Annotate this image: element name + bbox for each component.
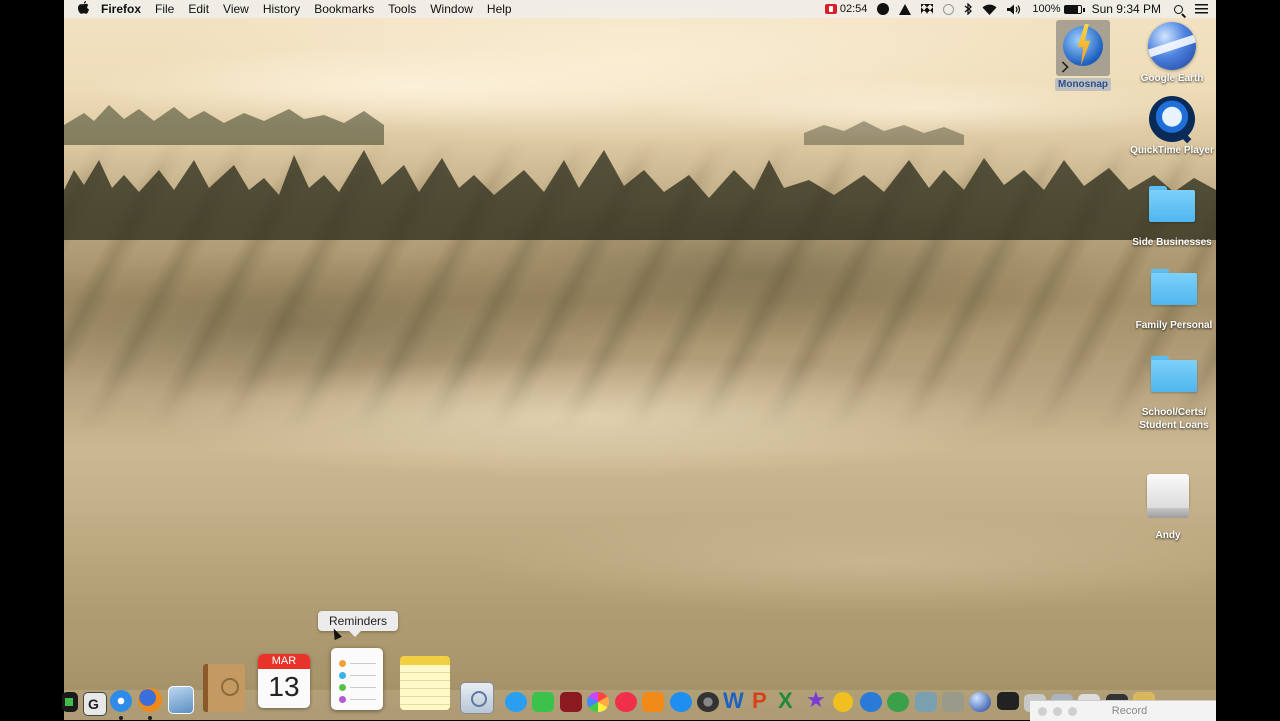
menu-tools[interactable]: Tools (381, 2, 423, 16)
dock-monitor-icon[interactable] (997, 692, 1019, 710)
dock-word-icon[interactable]: W (723, 690, 747, 712)
desktop-icon-label: Side Businesses (1132, 237, 1212, 248)
menu-app-firefox[interactable]: Firefox (94, 2, 148, 16)
dock-activity-monitor-icon[interactable] (62, 692, 78, 712)
dropbox-icon[interactable] (916, 4, 938, 14)
folder-icon (1151, 356, 1197, 392)
clock[interactable]: Sun 9:34 PM (1087, 2, 1166, 16)
desktop-icon-monosnap[interactable]: Monosnap (1035, 20, 1131, 91)
dock-itunes-icon[interactable] (615, 692, 637, 712)
dock-calendar-icon[interactable]: MAR 13 (258, 654, 310, 708)
dock-firefox-icon[interactable] (138, 688, 162, 712)
desktop-icon-google-earth[interactable]: Google Earth (1124, 22, 1220, 85)
menu-bar: Firefox File Edit View History Bookmarks… (64, 0, 1216, 18)
folder-icon (1151, 269, 1197, 305)
monosnap-icon (1056, 20, 1110, 76)
running-indicator (119, 716, 123, 720)
time-machine-icon[interactable] (938, 3, 959, 15)
dock-excel-icon[interactable]: X (778, 690, 800, 712)
desktop-icon-label: QuickTime Player (1130, 145, 1214, 156)
record-window-title: Record (1111, 705, 1148, 717)
record-window-titlebar[interactable]: Record (1030, 700, 1216, 721)
window-controls (1038, 706, 1083, 716)
zoom-button[interactable] (1068, 706, 1077, 716)
monosnap-bolt-icon[interactable] (872, 3, 894, 15)
battery-percent: 100% (1032, 3, 1061, 15)
desktop-icon-quicktime[interactable]: QuickTime Player (1124, 96, 1220, 157)
dock-reminders-icon[interactable] (331, 648, 383, 710)
desktop-icon-label: Family Personal (1135, 320, 1213, 331)
dock-notes-icon[interactable] (400, 656, 450, 710)
dock-image-capture-icon[interactable] (460, 682, 494, 714)
desktop-wallpaper (64, 0, 1216, 720)
desktop-icon-side-businesses[interactable]: Side Businesses (1124, 186, 1220, 249)
recording-indicator[interactable]: 02:54 (820, 3, 873, 15)
menu-history[interactable]: History (256, 2, 307, 16)
google-drive-icon[interactable] (894, 3, 916, 15)
dock-facetime-icon[interactable] (532, 692, 554, 712)
dock-app-store-icon[interactable] (670, 692, 692, 712)
status-area: 02:54 100% Sun 9:34 PM (820, 0, 1216, 18)
desktop-icon-andy-drive[interactable]: Andy (1120, 474, 1216, 542)
desktop-icon-school-certs[interactable]: School/Certs/ Student Loans (1126, 356, 1222, 432)
dock-messages-icon[interactable] (505, 692, 527, 712)
calendar-day: 13 (268, 671, 300, 702)
calendar-month: MAR (258, 654, 310, 669)
dock-system-preferences-icon[interactable] (697, 692, 719, 712)
bluetooth-icon[interactable] (959, 3, 977, 15)
wifi-icon[interactable] (977, 4, 1002, 15)
dock-contacts-icon[interactable] (203, 664, 245, 712)
volume-icon[interactable] (1002, 4, 1027, 15)
dock-preview-icon[interactable] (168, 686, 194, 714)
battery-status[interactable]: 100% (1027, 3, 1086, 15)
recording-time: 02:54 (839, 3, 868, 15)
menu-view[interactable]: View (216, 2, 256, 16)
desktop-icon-family-personal[interactable]: Family Personal (1126, 269, 1222, 332)
menu-bookmarks[interactable]: Bookmarks (307, 2, 381, 16)
dock-gimp-icon[interactable] (915, 692, 937, 712)
dock-photos-icon[interactable] (587, 692, 609, 712)
menu-help[interactable]: Help (480, 2, 519, 16)
menu-edit[interactable]: Edit (181, 2, 216, 16)
apple-icon[interactable] (76, 1, 90, 17)
record-icon (824, 4, 837, 14)
dock-ibooks-icon[interactable] (642, 692, 664, 712)
battery-icon (1063, 4, 1085, 14)
menu-window[interactable]: Window (423, 2, 480, 16)
dock-imovie-icon[interactable]: ★ (806, 690, 828, 712)
desktop-icon-label: School/Certs/ Student Loans (1139, 407, 1209, 431)
dock-google-earth-icon[interactable] (969, 692, 991, 712)
dock-photo-booth-icon[interactable] (560, 692, 582, 712)
minimize-button[interactable] (1053, 706, 1062, 716)
google-earth-icon (1148, 22, 1196, 70)
desktop-icon-label: Andy (1155, 530, 1181, 541)
menu-file[interactable]: File (148, 2, 181, 16)
quicktime-icon (1149, 96, 1195, 142)
dock-powerpoint-icon[interactable]: P (752, 690, 774, 712)
dock-lync-icon[interactable] (860, 692, 882, 712)
hard-drive-icon (1147, 474, 1189, 518)
folder-icon (1149, 186, 1195, 222)
dock-grab-icon[interactable]: G (83, 692, 107, 716)
spotlight-search-icon[interactable] (1166, 4, 1191, 14)
running-indicator (148, 716, 152, 720)
sun-rays (64, 0, 1216, 720)
dock-network-utility-icon[interactable] (887, 692, 909, 712)
desktop-icon-label: Google Earth (1140, 73, 1204, 84)
close-button[interactable] (1038, 706, 1047, 716)
notification-center-icon[interactable] (1191, 4, 1216, 14)
dock-outlook-icon[interactable] (833, 692, 853, 712)
dock-safari-icon[interactable] (110, 690, 132, 712)
desktop-icon-label: Monosnap (1055, 78, 1111, 91)
dock-tooltip: Reminders (318, 611, 399, 637)
dock-app-icon[interactable] (942, 692, 964, 712)
